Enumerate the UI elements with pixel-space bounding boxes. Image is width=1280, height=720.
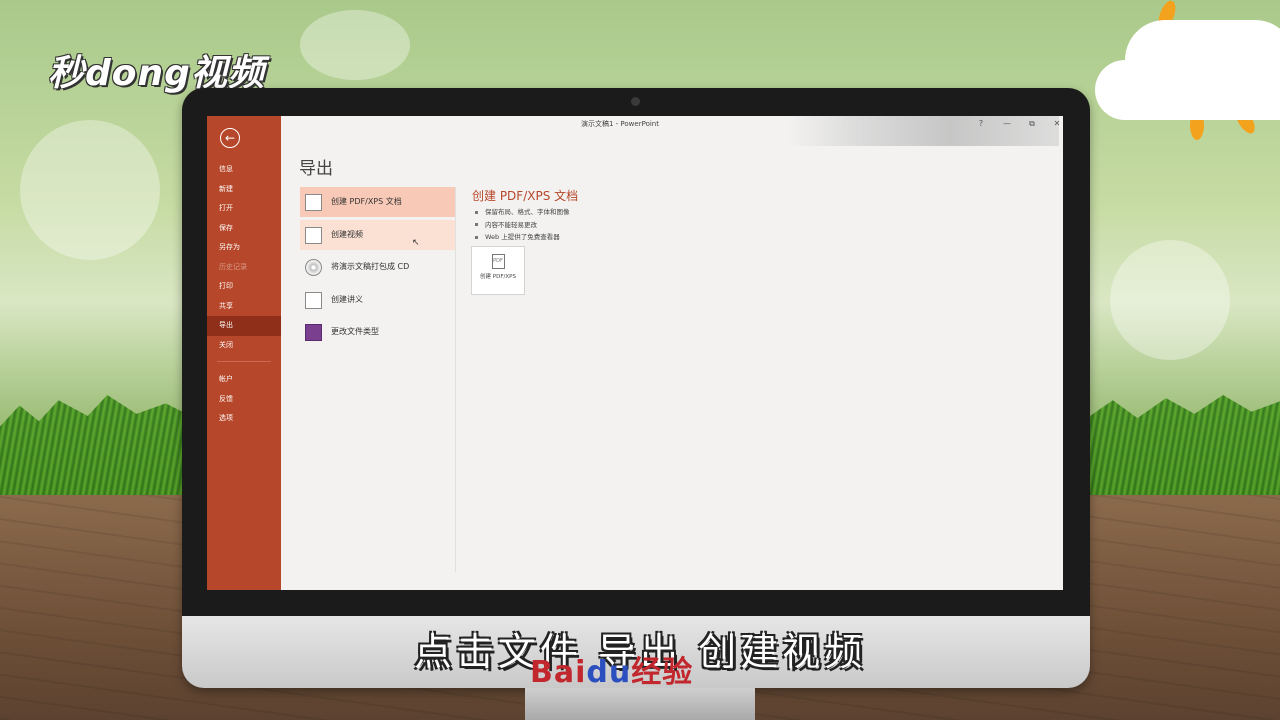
title-bar-decoration xyxy=(787,116,1059,146)
minimize-icon[interactable]: — xyxy=(1000,119,1014,128)
sidebar-item-options[interactable]: 选项 xyxy=(207,409,281,429)
powerpoint-window: ← 信息 新建 打开 保存 另存为 历史记录 打印 共享 导出 关闭 帐户 反馈… xyxy=(207,116,1063,590)
close-icon[interactable]: ✕ xyxy=(1050,119,1063,128)
video-icon xyxy=(305,226,322,244)
option-create-pdf-xps[interactable]: 创建 PDF/XPS 文档 xyxy=(300,187,456,217)
grass-decoration xyxy=(1090,395,1280,500)
sun-icon xyxy=(1190,110,1204,140)
pdf-file-icon: PDF xyxy=(491,254,505,269)
create-pdf-xps-label: 创建 PDF/XPS xyxy=(480,274,516,280)
option-label: 创建 PDF/XPS 文档 xyxy=(331,197,402,206)
pdf-document-icon xyxy=(305,194,322,211)
detail-title: 创建 PDF/XPS 文档 xyxy=(472,189,579,203)
cloud-decoration xyxy=(1125,20,1280,100)
window-title: 演示文稿1 - PowerPoint xyxy=(581,120,659,128)
watermark-part: Bai xyxy=(530,655,587,690)
detail-bullets: 保留布局、格式、字体和图像 内容不能轻易更改 Web 上提供了免费查看器 xyxy=(473,206,570,244)
option-change-file-type[interactable]: 更改文件类型 xyxy=(300,317,456,347)
export-options-list: 创建 PDF/XPS 文档 创建视频 将演示文稿打包成 CD 创建讲义 更改文件… xyxy=(300,187,456,350)
sidebar-item-export[interactable]: 导出 xyxy=(207,316,281,336)
option-package-cd[interactable]: 将演示文稿打包成 CD xyxy=(300,252,456,282)
sidebar-item-print[interactable]: 打印 xyxy=(207,277,281,297)
camera-icon xyxy=(631,97,640,106)
option-create-handouts[interactable]: 创建讲义 xyxy=(300,285,456,315)
option-label: 将演示文稿打包成 CD xyxy=(331,262,410,271)
cd-icon xyxy=(305,259,322,276)
back-arrow-icon[interactable]: ← xyxy=(220,128,240,148)
create-pdf-xps-button[interactable]: PDF 创建 PDF/XPS xyxy=(471,246,525,295)
sun-icon xyxy=(1231,103,1259,137)
backstage-nav: 信息 新建 打开 保存 另存为 历史记录 打印 共享 导出 关闭 帐户 反馈 选… xyxy=(207,160,281,429)
option-label: 创建视频 xyxy=(331,229,363,239)
bullet-item: 保留布局、格式、字体和图像 xyxy=(473,206,570,219)
monitor-stand xyxy=(525,688,755,720)
background-bokeh xyxy=(20,120,160,260)
page-title: 导出 xyxy=(299,159,333,179)
background-bokeh xyxy=(1110,240,1230,360)
mouse-cursor-icon: ↖ xyxy=(412,238,420,248)
sidebar-item-feedback[interactable]: 反馈 xyxy=(207,390,281,410)
sidebar-item-account[interactable]: 帐户 xyxy=(207,370,281,390)
backstage-sidebar: ← 信息 新建 打开 保存 另存为 历史记录 打印 共享 导出 关闭 帐户 反馈… xyxy=(207,116,281,590)
sidebar-item-close[interactable]: 关闭 xyxy=(207,336,281,356)
watermark-part: du xyxy=(586,655,632,690)
restore-icon[interactable]: ⧉ xyxy=(1025,119,1039,129)
sidebar-item-history: 历史记录 xyxy=(219,262,247,271)
grass-decoration xyxy=(0,395,195,500)
handouts-icon xyxy=(305,291,322,309)
background-bokeh xyxy=(300,10,410,80)
sidebar-item-new[interactable]: 新建 xyxy=(207,180,281,200)
option-label: 更改文件类型 xyxy=(331,327,379,336)
option-create-video[interactable]: 创建视频 xyxy=(300,219,456,250)
title-bar: 演示文稿1 - PowerPoint ? — ⧉ ✕ xyxy=(281,116,1063,146)
bullet-item: Web 上提供了免费查看器 xyxy=(473,231,570,244)
file-type-icon xyxy=(305,324,322,341)
sidebar-item-open[interactable]: 打开 xyxy=(207,199,281,219)
sidebar-item-info[interactable]: 信息 xyxy=(207,160,281,180)
sidebar-divider xyxy=(217,361,271,362)
baidu-watermark: Baidu经验 xyxy=(530,647,693,691)
panel-divider xyxy=(455,187,456,572)
bullet-item: 内容不能轻易更改 xyxy=(473,219,570,232)
sidebar-item-save[interactable]: 保存 xyxy=(207,219,281,239)
option-label: 创建讲义 xyxy=(331,294,363,304)
watermark-part: 经验 xyxy=(631,655,694,690)
sidebar-item-share[interactable]: 共享 xyxy=(207,297,281,317)
sidebar-item-save-as[interactable]: 另存为 xyxy=(207,238,281,258)
help-icon[interactable]: ? xyxy=(974,119,988,128)
